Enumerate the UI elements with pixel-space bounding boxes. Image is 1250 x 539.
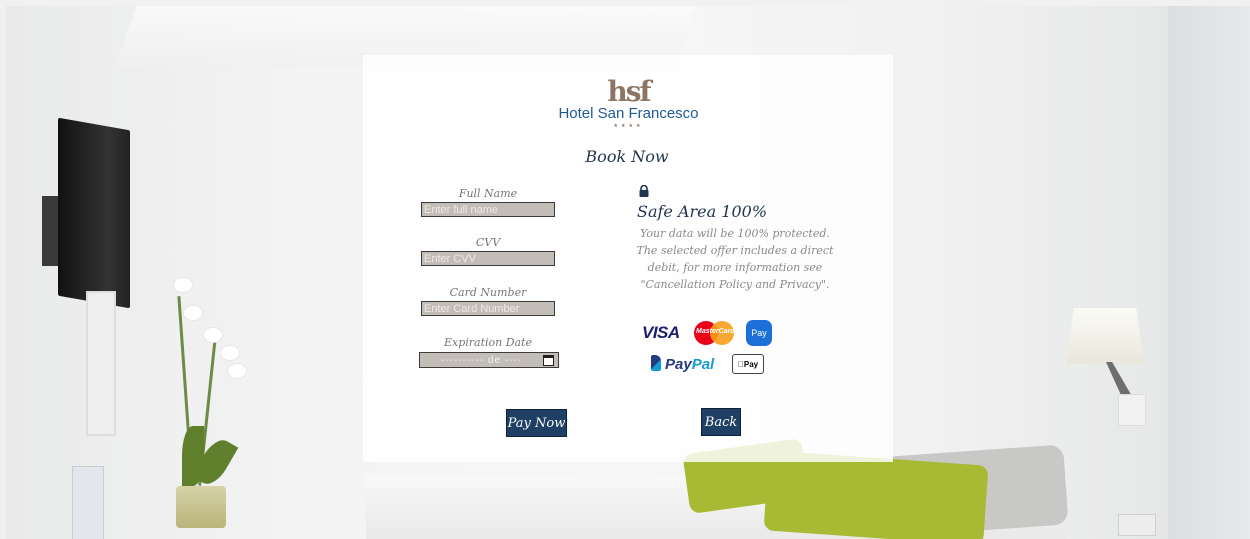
expiration-date-value: ---------- de ---- — [440, 354, 523, 366]
orchid-flower — [184, 306, 202, 320]
right-wall — [1168, 6, 1250, 539]
orchid-flower — [204, 328, 222, 342]
safe-area-text: Your data will be 100% protected. The se… — [636, 227, 834, 291]
mastercard-logo: MasterCard — [694, 321, 735, 345]
mastercard-text: MasterCard — [696, 328, 735, 335]
orchid-flower — [228, 364, 246, 378]
booking-panel: hsf Hotel San Francesco ★★★★ Book Now Fu… — [363, 55, 893, 462]
samsung-pay-logo: Pay — [746, 320, 772, 346]
logo-hotel-name: Hotel San Francesco — [558, 105, 699, 122]
card-number-input[interactable] — [421, 301, 555, 316]
wall-lamp-base — [1118, 394, 1146, 426]
hotel-logo: hsf Hotel San Francesco ★★★★ — [501, 72, 756, 136]
monitor-edge — [72, 466, 104, 539]
orchid-flower — [221, 346, 239, 360]
cvv-label: CVV — [475, 236, 501, 249]
paypal-logo: PayPal — [651, 355, 714, 373]
pay-now-button[interactable]: Pay Now — [506, 409, 567, 437]
orchid-flower — [174, 278, 192, 292]
wall-tv — [58, 117, 130, 309]
apple-pay-logo: Pay — [732, 354, 764, 374]
logo-stars: ★★★★ — [613, 123, 644, 129]
pillow-green — [763, 450, 989, 539]
page-title: Book Now — [579, 141, 675, 171]
wall-panel — [86, 291, 116, 436]
back-button[interactable]: Back — [701, 408, 741, 436]
paypal-word-pay: Pay — [665, 356, 692, 373]
visa-logo: VISA — [642, 323, 680, 342]
plant-pot — [176, 486, 226, 528]
wall-switch — [1118, 514, 1156, 536]
safe-area-title: Safe Area 100% — [637, 202, 768, 221]
expiration-date-input[interactable]: ---------- de ---- — [419, 352, 559, 368]
cvv-input[interactable] — [421, 251, 555, 266]
logo-mark: hsf — [607, 75, 651, 108]
paypal-word-pal: Pal — [691, 356, 715, 373]
full-name-label: Full Name — [458, 187, 518, 200]
wall-lamp-shade — [1066, 308, 1144, 364]
lock-icon — [639, 185, 649, 197]
card-number-label: Card Number — [449, 286, 527, 299]
full-name-input[interactable] — [421, 202, 555, 217]
expiration-date-label: Expiration Date — [443, 336, 533, 349]
calendar-icon[interactable] — [543, 354, 554, 366]
payment-logos: VISA MasterCard Pay PayPal Pay — [637, 317, 777, 379]
